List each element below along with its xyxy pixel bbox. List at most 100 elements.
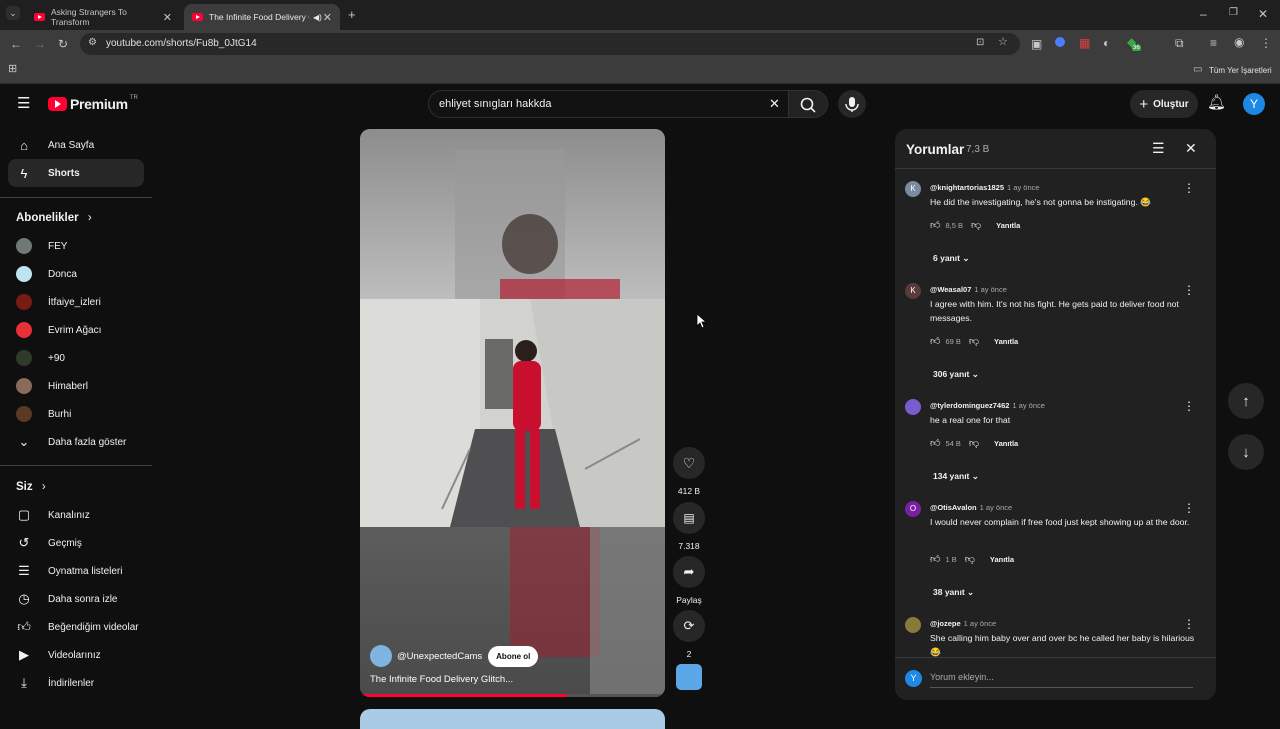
channel-name[interactable]: @UnexpectedCams [397,651,482,662]
voice-search-button[interactable] [838,90,866,118]
share-button[interactable]: ➦ [673,556,705,588]
create-button[interactable]: + Oluştur [1130,90,1198,118]
tab-asking-strangers[interactable]: Asking Strangers To Transform ✕ [26,4,180,30]
remix-button[interactable]: ⟳ [673,610,705,642]
channel-avatar[interactable] [370,645,392,667]
view-replies-button[interactable]: 134 yanıt ⌄ [933,471,979,482]
sidebar-item-liked-videos[interactable]: 👍︎ Beğendiğim videolar [8,613,144,641]
reply-button[interactable]: Yanıtla [990,555,1014,564]
comments-action[interactable]: ▤ 7.318 [672,502,706,551]
more-options-icon[interactable]: ⋮ [1183,283,1195,297]
search-input[interactable]: ehliyet sınıgları hakkda ✕ [428,90,790,118]
subscriptions-heading[interactable]: Abonelikler › [16,212,92,224]
short-video-player[interactable]: @UnexpectedCams Abone ol The Infinite Fo… [360,129,665,697]
extension-blue-icon[interactable] [1055,37,1065,47]
like-button[interactable]: ♡ [673,447,705,479]
install-icon[interactable]: ⊡ [976,38,984,48]
commenter-avatar[interactable]: K [905,181,921,197]
thumbs-up-icon[interactable]: 👍︎ [930,553,940,565]
close-tab-icon[interactable]: ✕ [323,11,332,24]
sidebar-item-himaberl[interactable]: Himaberl [8,372,144,400]
bookmark-star-icon[interactable]: ☆ [998,37,1008,48]
address-bar[interactable]: ⚙ youtube.com/shorts/Fu8b_0JtG14 ⊡ ☆ [80,33,1020,55]
comment-author[interactable]: @OtisAvalon 1 ay önce [930,503,1012,512]
all-bookmarks-link[interactable]: Tüm Yer İşaretleri [1209,66,1272,75]
browser-menu-icon[interactable]: ⋮ [1260,37,1272,49]
forward-icon[interactable]: → [34,38,46,50]
next-short-preview[interactable] [360,709,665,729]
reload-icon[interactable]: ↻ [58,38,68,50]
comment-author[interactable]: @jozepe 1 ay önce [930,619,996,628]
comment-author[interactable]: @knightartorias1825 1 ay önce [930,183,1040,192]
sidebar-item-burhi[interactable]: Burhi [8,400,144,428]
sound-thumbnail[interactable] [676,664,702,690]
site-info-icon[interactable]: ⚙ [88,38,97,48]
comment-author[interactable]: @tylerdominguez7462 1 ay önce [930,401,1045,410]
close-window-icon[interactable]: ✕ [1258,8,1268,20]
sidebar-item-downloads[interactable]: ⤓ İndirilenler [8,669,144,697]
sidebar-item-your-channel[interactable]: ▢ Kanalınız [8,501,144,529]
video-title[interactable]: The Infinite Food Delivery Glitch... [370,674,513,685]
extension-icon[interactable]: ▣ [1031,38,1042,50]
extensions-puzzle-icon[interactable]: ⧉ [1175,37,1184,49]
tab-search-icon[interactable]: ⌄ [6,6,20,20]
sidebar-item-itfaiye-izleri[interactable]: İtfaiye_izleri [8,288,144,316]
thumbs-up-icon[interactable]: 👍︎ [930,335,940,347]
subscribe-button[interactable]: Abone ol [488,645,539,667]
profile-icon[interactable]: ◉ [1234,36,1244,48]
commenter-avatar[interactable]: K [905,283,921,299]
back-icon[interactable]: ← [10,38,22,50]
new-tab-icon[interactable]: + [348,8,356,21]
reply-button[interactable]: Yanıtla [994,439,1018,448]
reading-list-icon[interactable]: ≡ [1210,37,1217,49]
like-action[interactable]: ♡ 412 B [672,447,706,496]
view-replies-button[interactable]: 6 yanıt ⌄ [933,253,969,264]
sidebar-item-home[interactable]: ⌂ Ana Sayfa [8,131,144,159]
reply-button[interactable]: Yanıtla [994,337,1018,346]
commenter-avatar[interactable]: O [905,501,921,517]
show-more-button[interactable]: ⌄ Daha fazla göster [8,428,144,456]
sort-icon[interactable]: ☰ [1152,140,1165,157]
close-tab-icon[interactable]: ✕ [163,11,172,24]
commenter-avatar[interactable] [905,617,921,633]
extension-circle-icon[interactable]: ◐ [1103,37,1110,49]
thumbs-down-icon[interactable]: 👎︎ [969,335,979,347]
view-replies-button[interactable]: 306 yanıt ⌄ [933,369,979,380]
commenter-avatar[interactable] [905,399,921,415]
thumbs-down-icon[interactable]: 👎︎ [969,437,979,449]
remix-action[interactable]: ⟳ 2 [672,610,706,659]
thumbs-down-icon[interactable]: 👎︎ [965,553,975,565]
comment-author[interactable]: @Weasal07 1 ay önce [930,285,1007,294]
sidebar-item-your-videos[interactable]: ▶ Videolarınız [8,641,144,669]
add-comment-input[interactable]: Yorum ekleyin... [930,672,1193,688]
more-options-icon[interactable]: ⋮ [1183,617,1195,631]
thumbs-up-icon[interactable]: 👍︎ [930,219,940,231]
sidebar-item-watch-later[interactable]: ◷ Daha sonra izle [8,585,144,613]
close-comments-icon[interactable]: ✕ [1185,140,1197,157]
notifications-bell-icon[interactable]: 🔔︎ [1207,95,1226,110]
restore-icon[interactable]: ❐ [1229,8,1238,18]
clear-search-icon[interactable]: ✕ [769,97,780,110]
next-short-button[interactable]: ↓ [1228,434,1264,470]
sidebar-item-fey[interactable]: FEY [8,232,144,260]
view-replies-button[interactable]: 38 yanıt ⌄ [933,587,974,598]
account-avatar[interactable]: Y [1243,93,1265,115]
more-options-icon[interactable]: ⋮ [1183,399,1195,413]
tab-infinite-food[interactable]: The Infinite Food Delivery G ◀) ✕ [184,4,340,30]
thumbs-down-icon[interactable]: 👎︎ [971,219,981,231]
reply-button[interactable]: Yanıtla [996,221,1020,230]
share-action[interactable]: ➦ Paylaş [672,556,706,605]
previous-short-button[interactable]: ↑ [1228,383,1264,419]
sidebar-item-history[interactable]: ↺ Geçmiş [8,529,144,557]
speaker-icon[interactable]: ◀) [313,13,322,22]
you-heading[interactable]: Siz › [16,481,46,493]
more-options-icon[interactable]: ⋮ [1183,181,1195,195]
sidebar-item-shorts[interactable]: ϟ Shorts [8,159,144,187]
comments-button[interactable]: ▤ [673,502,705,534]
sidebar-item-donca[interactable]: Donca [8,260,144,288]
apps-grid-icon[interactable]: ⊞ [8,64,17,75]
extension-red-icon[interactable]: ▦ [1079,37,1090,49]
progress-bar[interactable] [360,694,665,697]
thumbs-up-icon[interactable]: 👍︎ [930,437,940,449]
minimize-icon[interactable]: – [1200,8,1207,20]
